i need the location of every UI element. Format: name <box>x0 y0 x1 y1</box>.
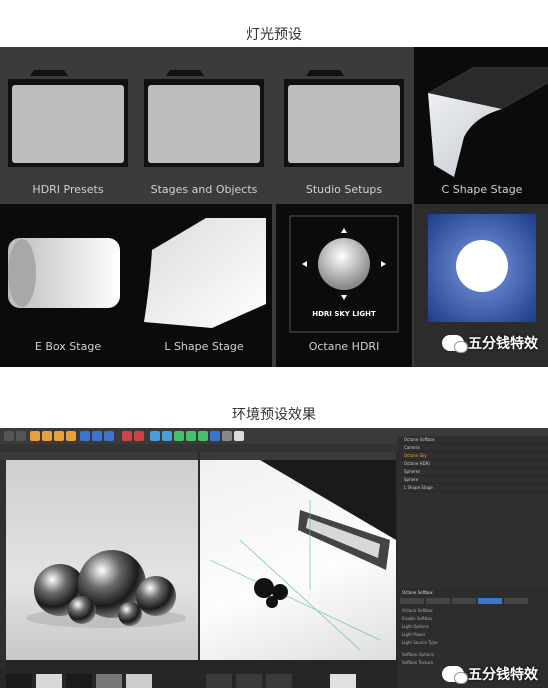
attr-line: Octane Softbox <box>402 608 433 613</box>
wechat-icon <box>442 335 468 353</box>
attr-line[interactable]: Light Power <box>402 632 544 637</box>
attr-tab-softbox[interactable] <box>478 598 502 604</box>
render-viewport[interactable] <box>6 460 198 660</box>
c-shape-stage-image <box>428 67 548 177</box>
preset-label: Studio Setups <box>305 183 383 196</box>
object-manager-menu <box>398 428 548 436</box>
preset-grid: HDRI Presets Stages and Objects Studio S… <box>0 47 548 367</box>
wechat-icon <box>442 666 468 684</box>
preset-thumb[interactable] <box>206 674 232 688</box>
undo-icon[interactable] <box>4 431 14 441</box>
timeline[interactable] <box>6 660 398 668</box>
section-title-environment-effects: 环境预设效果 <box>232 407 316 423</box>
camera-icon[interactable] <box>222 431 232 441</box>
object-row[interactable]: L Shape Stage <box>398 484 548 492</box>
object-row[interactable]: Camera <box>398 444 548 452</box>
preset-thumb[interactable] <box>236 674 262 688</box>
preset-label: L Shape Stage <box>164 340 244 353</box>
preset-label: HDRI Presets <box>32 183 104 196</box>
render-view-icon[interactable] <box>134 431 144 441</box>
z-axis-icon[interactable] <box>104 431 114 441</box>
x-axis-icon[interactable] <box>80 431 90 441</box>
render-icon[interactable] <box>122 431 132 441</box>
select-icon[interactable] <box>30 431 40 441</box>
object-row[interactable]: Octane Sky <box>398 452 548 460</box>
preset-tile-stages-objects[interactable]: Stages and Objects <box>136 47 272 204</box>
preset-label: E Box Stage <box>34 340 102 353</box>
attr-title: Octane Softbox <box>402 590 433 595</box>
scale-icon[interactable] <box>54 431 64 441</box>
attr-line: Light Options <box>402 624 429 629</box>
light-icon[interactable] <box>234 431 244 441</box>
preset-label: Octane HDRI <box>308 340 380 353</box>
viewport-header <box>200 452 396 460</box>
preset-thumb[interactable] <box>330 674 356 688</box>
watermark: 五分钱特效 <box>442 333 538 353</box>
attr-tabs <box>400 598 528 604</box>
preset-tile-studio-setups[interactable]: Studio Setups <box>276 47 412 204</box>
watermark: 五分钱特效 <box>442 664 538 684</box>
section-title-lighting-presets: 灯光预设 <box>246 27 302 43</box>
object-row[interactable]: Octane Softbox <box>398 436 548 444</box>
object-row[interactable]: Sphere <box>398 476 548 484</box>
attr-line: Softbox Options <box>402 652 434 657</box>
object-row[interactable]: Spheres <box>398 468 548 476</box>
spline-icon[interactable] <box>162 431 172 441</box>
attr-line[interactable]: Enable Softbox <box>402 616 544 621</box>
array-icon[interactable] <box>186 431 196 441</box>
preset-thumb[interactable] <box>266 674 292 688</box>
material-thumb[interactable] <box>6 674 32 688</box>
preset-tile-c-shape-stage[interactable]: C Shape Stage <box>414 47 548 204</box>
nurbs-icon[interactable] <box>174 431 184 441</box>
cube-icon[interactable] <box>150 431 160 441</box>
y-axis-icon[interactable] <box>92 431 102 441</box>
attr-line[interactable]: Light Source Type <box>402 640 544 645</box>
attr-tab[interactable] <box>452 598 476 604</box>
preset-tile-l-shape-stage[interactable]: L Shape Stage <box>136 204 272 367</box>
move-icon[interactable] <box>42 431 52 441</box>
attr-tab[interactable] <box>426 598 450 604</box>
watermark-text: 五分钱特效 <box>468 336 538 352</box>
rotate-icon[interactable] <box>66 431 76 441</box>
perspective-viewport[interactable] <box>200 460 396 668</box>
preset-tile-e-box-stage[interactable]: E Box Stage <box>0 204 136 367</box>
object-row[interactable]: Octane HDRI <box>398 460 548 468</box>
preset-tile-hdri-presets[interactable]: HDRI Presets <box>0 47 136 204</box>
c4d-screenshot: Octane Softbox Camera Octane Sky Octane … <box>0 428 548 688</box>
viewport-header <box>0 452 198 460</box>
watermark-text: 五分钱特效 <box>468 667 538 683</box>
material-thumb[interactable] <box>126 674 152 688</box>
preset-label: C Shape Stage <box>441 183 523 196</box>
material-thumb[interactable] <box>96 674 122 688</box>
folder-icon <box>284 70 404 167</box>
material-thumb[interactable] <box>66 674 92 688</box>
scene-wireframe <box>209 460 396 651</box>
top-toolbar <box>0 428 398 444</box>
preset-tile-octane-hdri[interactable]: HDRI SKY LIGHT Octane HDRI <box>276 204 412 367</box>
folder-icon <box>8 70 128 167</box>
menu-bar <box>0 444 398 452</box>
material-thumb[interactable] <box>36 674 62 688</box>
chrome-spheres-render <box>26 550 186 628</box>
attr-tab[interactable] <box>400 598 424 604</box>
preset-label: Stages and Objects <box>150 183 258 196</box>
deformer-icon[interactable] <box>198 431 208 441</box>
floor-icon[interactable] <box>210 431 220 441</box>
hdri-thumb-text: HDRI SKY LIGHT <box>312 310 376 318</box>
folder-icon <box>144 70 264 167</box>
redo-icon[interactable] <box>16 431 26 441</box>
attr-tab[interactable] <box>504 598 528 604</box>
